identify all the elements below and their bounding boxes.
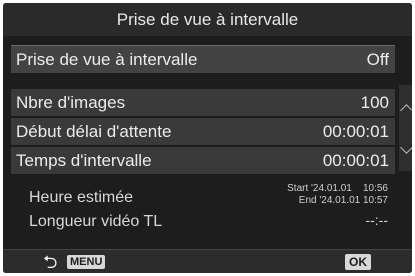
interval-time-value: 00:00:01 (322, 151, 389, 170)
interval-shooting-screen: Prise de vue à intervalle Prise de vue à… (3, 3, 412, 273)
start-delay-row[interactable]: Début délai d'attente 00:00:01 (11, 118, 395, 145)
footer-bar: ⮌ MENU OK (3, 249, 412, 273)
estimated-time-label: Heure estimée (29, 189, 134, 206)
frames-count-row[interactable]: Nbre d'images 100 (11, 89, 395, 116)
ok-button[interactable]: OK (345, 254, 371, 270)
frames-count-value: 100 (360, 93, 389, 112)
estimated-end: End '24.01.01 10:57 (298, 195, 388, 206)
scrollbar[interactable] (399, 85, 412, 171)
interval-shooting-label: Prise de vue à intervalle (16, 50, 198, 69)
start-delay-value: 00:00:01 (322, 122, 389, 141)
screen-title: Prise de vue à intervalle (3, 3, 412, 36)
start-delay-label: Début délai d'attente (16, 122, 172, 141)
interval-time-row[interactable]: Temps d'intervalle 00:00:01 (11, 147, 395, 174)
estimated-start: Start '24.01.01 10:56 (287, 183, 388, 194)
menu-button[interactable]: MENU (67, 255, 106, 269)
tl-video-length-value: --:-- (365, 212, 388, 228)
tl-video-length-label: Longueur vidéo TL (29, 213, 163, 230)
estimated-time-values: Start '24.01.01 10:56 End '24.01.01 10:5… (287, 183, 388, 207)
interval-shooting-toggle-row[interactable]: Prise de vue à intervalle Off (11, 45, 395, 73)
back-arrow-icon[interactable]: ⮌ (43, 253, 57, 271)
interval-shooting-value: Off (366, 50, 389, 69)
interval-time-label: Temps d'intervalle (16, 151, 152, 170)
frames-count-label: Nbre d'images (16, 93, 126, 112)
